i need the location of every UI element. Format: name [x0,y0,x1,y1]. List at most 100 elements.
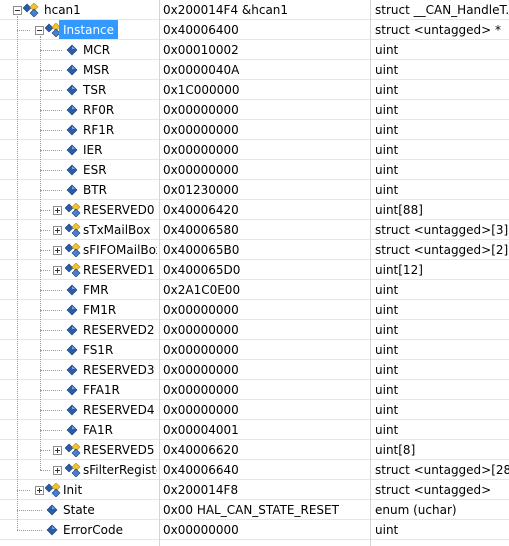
name-cell[interactable]: FFA1R [0,380,157,400]
value-cell[interactable]: 0x00000000 [163,320,365,340]
column-divider-type[interactable] [370,0,371,546]
watch-row[interactable]: FFA1R 0x00000000 uint [0,380,509,400]
name-cell[interactable]: RESERVED2 [0,320,157,340]
name-cell[interactable]: sFIFOMailBox [0,240,157,260]
collapse-icon[interactable] [35,26,44,35]
tree-connector [40,190,62,191]
watch-row[interactable]: sTxMailBox 0x40006580 struct <untagged>[3] [0,220,509,240]
value-cell[interactable]: 0x00004001 [163,420,365,440]
watch-row[interactable]: RESERVED0 0x40006420 uint[88] [0,200,509,220]
value-cell[interactable]: 0x00 HAL_CAN_STATE_RESET [163,500,365,520]
watch-row[interactable]: RESERVED2 0x00000000 uint [0,320,509,340]
value-cell[interactable]: 0x400065D0 [163,260,365,280]
tree-connector [40,170,62,171]
expand-icon[interactable] [35,486,44,495]
name-cell[interactable]: FM1R [0,300,157,320]
variable-icon [65,123,81,137]
value-cell[interactable]: 0x01230000 [163,180,365,200]
value-cell[interactable]: 0x400065B0 [163,240,365,260]
name-cell[interactable]: RF0R [0,100,157,120]
value-cell[interactable]: 0x00000000 [163,400,365,420]
name-cell[interactable]: FS1R [0,340,157,360]
watch-row[interactable]: RESERVED4 0x00000000 uint [0,400,509,420]
watch-row[interactable]: State 0x00 HAL_CAN_STATE_RESET enum (uchar… [0,500,509,520]
expand-icon[interactable] [53,266,62,275]
watch-row[interactable]: MCR 0x00010002 uint [0,40,509,60]
watch-row[interactable]: FMR 0x2A1C0E00 uint [0,280,509,300]
variable-name: IER [83,143,103,157]
value-cell[interactable]: 0x00000000 [163,340,365,360]
name-cell[interactable]: hcan1 [0,0,157,20]
name-cell[interactable]: BTR [0,180,157,200]
expand-icon[interactable] [53,206,62,215]
variable-name: MSR [83,63,110,77]
expand-icon[interactable] [53,226,62,235]
variable-name: RESERVED1 [83,263,155,277]
watch-row[interactable]: RESERVED5 0x40006620 uint[8] [0,440,509,460]
name-cell[interactable]: TSR [0,80,157,100]
watch-row[interactable]: RESERVED1 0x400065D0 uint[12] [0,260,509,280]
value-cell[interactable]: 0x00000000 [163,160,365,180]
name-cell[interactable]: FMR [0,280,157,300]
value-cell[interactable]: 0x2A1C0E00 [163,280,365,300]
name-cell[interactable]: sFilterRegister [0,460,157,480]
variable-name: RESERVED2 [83,323,155,337]
value-cell[interactable]: 0x0000040A [163,60,365,80]
value-cell[interactable]: 0x00010002 [163,40,365,60]
watch-row[interactable]: FA1R 0x00004001 uint [0,420,509,440]
name-cell[interactable]: RESERVED0 [0,200,157,220]
name-cell[interactable]: ESR [0,160,157,180]
watch-row[interactable]: RF1R 0x00000000 uint [0,120,509,140]
name-cell[interactable]: RF1R [0,120,157,140]
name-cell[interactable]: RESERVED1 [0,260,157,280]
name-cell[interactable]: MSR [0,60,157,80]
value-cell[interactable]: 0x40006620 [163,440,365,460]
watch-row[interactable]: ErrorCode 0x00000000 uint [0,520,509,540]
value-cell[interactable]: 0x40006640 [163,460,365,480]
value-cell[interactable]: 0x40006580 [163,220,365,240]
value-cell[interactable]: 0x00000000 [163,140,365,160]
name-cell[interactable]: MCR [0,40,157,60]
watch-row[interactable]: sFIFOMailBox 0x400065B0 struct <untagged>[… [0,240,509,260]
watch-row[interactable]: Init 0x200014F8 struct <untagged> [0,480,509,500]
value-cell[interactable]: 0x00000000 [163,360,365,380]
expand-icon[interactable] [53,466,62,475]
name-cell[interactable]: RESERVED5 [0,440,157,460]
value-cell[interactable]: 0x00000000 [163,520,365,540]
name-cell[interactable]: sTxMailBox [0,220,157,240]
expand-icon[interactable] [53,246,62,255]
expand-icon[interactable] [53,446,62,455]
watch-row[interactable]: RF0R 0x00000000 uint [0,100,509,120]
value-cell[interactable]: 0x00000000 [163,300,365,320]
value-cell[interactable]: 0x40006420 [163,200,365,220]
watch-row[interactable]: FM1R 0x00000000 uint [0,300,509,320]
watch-row[interactable]: TSR 0x1C000000 uint [0,80,509,100]
value-cell[interactable]: 0x200014F4 &hcan1 [163,0,365,20]
name-cell[interactable]: RESERVED3 [0,360,157,380]
watch-row[interactable]: IER 0x00000000 uint [0,140,509,160]
value-cell[interactable]: 0x1C000000 [163,80,365,100]
variable-name: RESERVED0 [83,203,155,217]
watch-row[interactable]: RESERVED3 0x00000000 uint [0,360,509,380]
column-divider-value[interactable] [159,0,160,546]
watch-row[interactable]: Instance 0x40006400 struct <untagged> * [0,20,509,40]
watch-row[interactable]: BTR 0x01230000 uint [0,180,509,200]
name-cell[interactable]: IER [0,140,157,160]
value-cell[interactable]: 0x00000000 [163,120,365,140]
name-cell[interactable]: FA1R [0,420,157,440]
watch-row[interactable]: FS1R 0x00000000 uint [0,340,509,360]
watch-row[interactable]: MSR 0x0000040A uint [0,60,509,80]
value-cell[interactable]: 0x00000000 [163,380,365,400]
value-cell[interactable]: 0x40006400 [163,20,365,40]
value-cell[interactable]: 0x00000000 [163,100,365,120]
watch-row[interactable]: sFilterRegister 0x40006640 struct <untagge… [0,460,509,480]
variable-name: RESERVED3 [83,363,155,377]
variable-icon [45,523,61,537]
watch-row[interactable]: ESR 0x00000000 uint [0,160,509,180]
value-cell[interactable]: 0x200014F8 [163,480,365,500]
variable-icon [65,343,81,357]
collapse-icon[interactable] [13,6,22,15]
name-cell[interactable]: RESERVED4 [0,400,157,420]
watch-row[interactable]: hcan1 0x200014F4 &hcan1 struct __CAN_Handl… [0,0,509,20]
struct-icon [44,482,61,498]
